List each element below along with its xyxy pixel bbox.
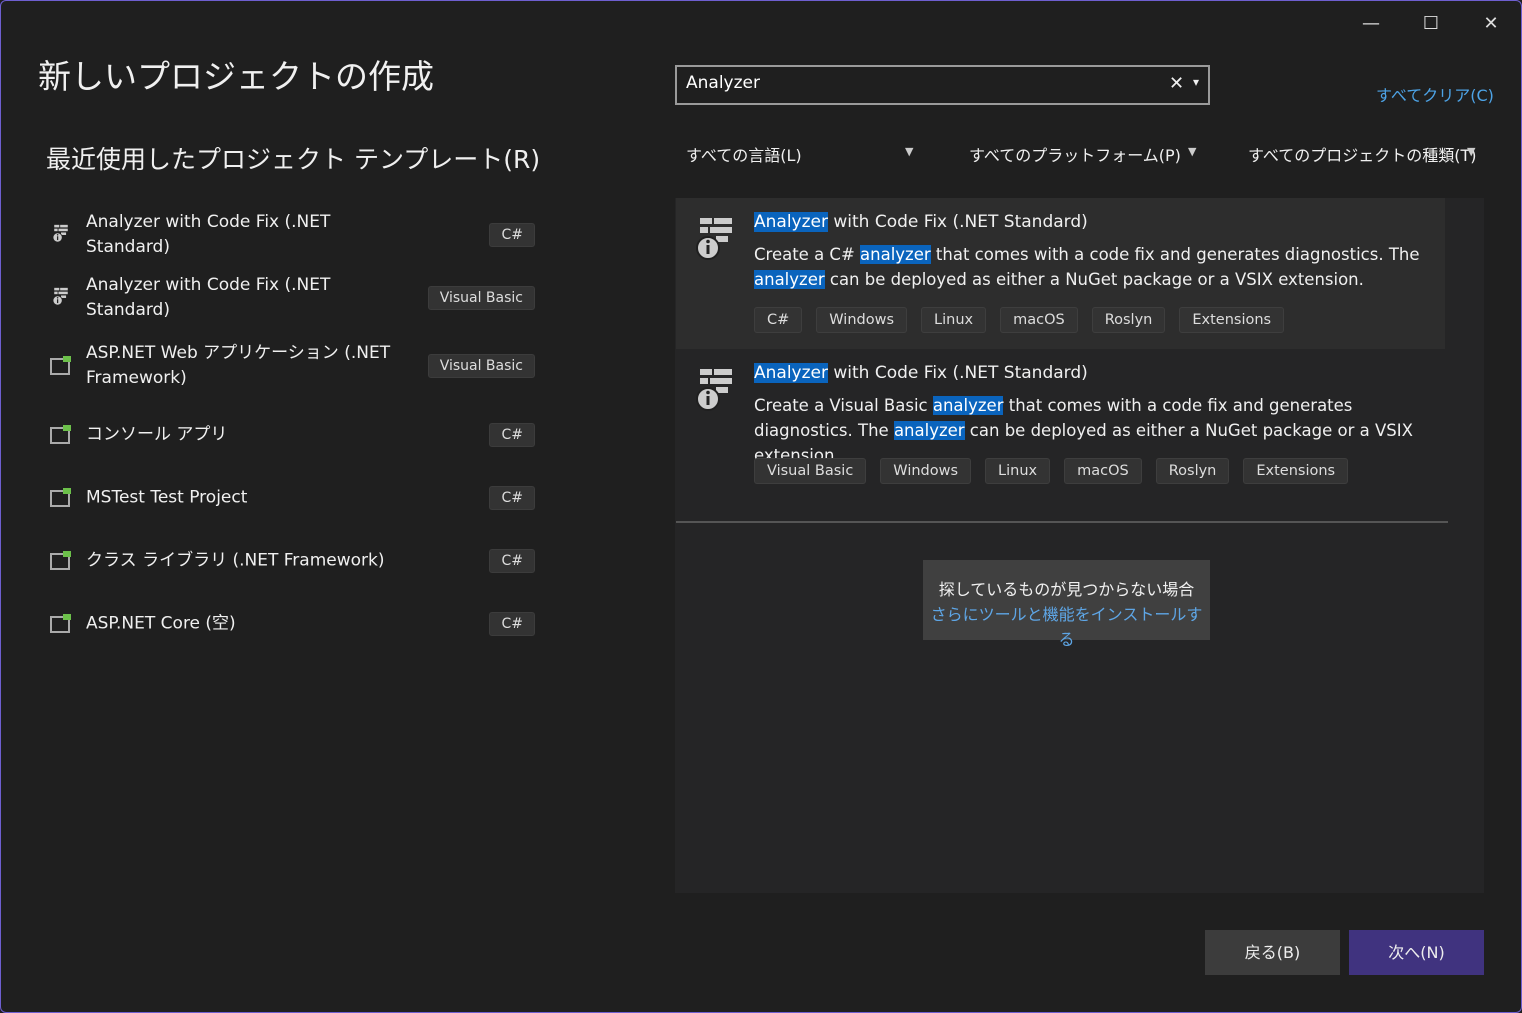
template-result[interactable]: Analyzer with Code Fix (.NET Standard) Cr…	[676, 349, 1445, 500]
description-text: Create a C#	[754, 245, 861, 264]
language-badge: C#	[489, 486, 535, 510]
chevron-down-icon: ▼	[1188, 145, 1197, 158]
recent-template-label: MSTest Test Project	[86, 487, 248, 508]
template-title: Analyzer with Code Fix (.NET Standard)	[754, 212, 1088, 232]
clear-search-icon[interactable]: ✕	[1169, 73, 1184, 94]
project-type-filter[interactable]: すべてのプロジェクトの種類(T) ▼	[1248, 142, 1480, 168]
search-input[interactable]	[686, 73, 1156, 93]
recent-template-item[interactable]: ASP.NET Web アプリケーション (.NET Framework) Vis…	[44, 341, 538, 391]
chevron-down-icon: ▼	[905, 145, 914, 158]
description-text: Create a Visual Basic	[754, 396, 933, 415]
minimize-button[interactable]: —	[1351, 8, 1391, 40]
language-filter-label: すべての言語(L)	[686, 146, 802, 165]
search-highlight: analyzer	[932, 396, 1004, 415]
template-tag: macOS	[1000, 307, 1078, 333]
template-tags: C# Windows Linux macOS Roslyn Extensions	[754, 307, 1285, 333]
class-library-icon	[50, 550, 72, 572]
template-tag: Linux	[985, 458, 1051, 484]
next-button[interactable]: 次へ(N)	[1349, 930, 1484, 975]
description-text: that comes with a code fix and generates…	[930, 245, 1420, 264]
recent-template-item[interactable]: MSTest Test Project C#	[44, 473, 538, 523]
language-badge: Visual Basic	[427, 286, 535, 310]
template-description: Create a C# analyzer that comes with a c…	[754, 242, 1424, 292]
template-tag: Extensions	[1179, 307, 1285, 333]
language-badge: C#	[489, 223, 535, 247]
web-app-vb-icon	[50, 355, 72, 377]
template-tag: C#	[754, 307, 803, 333]
console-app-icon	[50, 424, 72, 446]
recent-template-label: クラス ライブラリ (.NET Framework)	[86, 550, 385, 571]
recent-template-label: Analyzer with Code Fix (.NET Standard)	[86, 212, 331, 257]
search-box[interactable]: ✕ ▾	[675, 65, 1210, 105]
template-tag: macOS	[1064, 458, 1142, 484]
recent-template-item[interactable]: コンソール アプリ C#	[44, 410, 538, 460]
search-highlight: analyzer	[893, 421, 965, 440]
template-tags: Visual Basic Windows Linux macOS Roslyn Exten…	[754, 458, 1349, 484]
recent-template-label: ASP.NET Web アプリケーション (.NET Framework)	[86, 343, 391, 388]
recent-template-label: コンソール アプリ	[86, 424, 228, 445]
template-tag: Visual Basic	[754, 458, 867, 484]
template-tag: Windows	[816, 307, 908, 333]
platform-filter-label: すべてのプラットフォーム(P)	[969, 146, 1181, 165]
language-badge: Visual Basic	[427, 354, 535, 378]
search-results-panel: 探しているものが見つからない場合 さらにツールと機能をインストールする Anal…	[675, 198, 1484, 893]
template-tag: Roslyn	[1155, 458, 1230, 484]
results-divider	[676, 521, 1448, 523]
language-badge: C#	[489, 549, 535, 573]
template-description: Create a Visual Basic analyzer that come…	[754, 393, 1424, 468]
chevron-down-icon: ▼	[1467, 145, 1476, 158]
recent-template-label: ASP.NET Core (空)	[86, 613, 236, 634]
maximize-button[interactable]: ☐	[1411, 8, 1451, 40]
language-badge: C#	[489, 612, 535, 636]
language-filter[interactable]: すべての言語(L) ▼	[686, 142, 918, 168]
search-highlight: Analyzer	[754, 212, 828, 232]
title-text: with Code Fix (.NET Standard)	[827, 363, 1088, 383]
platform-filter[interactable]: すべてのプラットフォーム(P) ▼	[969, 142, 1201, 168]
search-highlight: Analyzer	[754, 363, 828, 383]
title-text: with Code Fix (.NET Standard)	[827, 212, 1088, 232]
description-text: can be deployed as either a NuGet packag…	[824, 270, 1364, 289]
template-tag: Linux	[921, 307, 987, 333]
recent-templates-heading: 最近使用したプロジェクト テンプレート(R)	[46, 145, 541, 174]
close-button[interactable]: ✕	[1471, 8, 1511, 40]
recent-template-label: Analyzer with Code Fix (.NET Standard)	[86, 275, 331, 320]
analyzer-icon	[50, 287, 72, 309]
project-type-filter-label: すべてのプロジェクトの種類(T)	[1248, 146, 1477, 165]
search-highlight: analyzer	[754, 270, 825, 289]
analyzer-icon	[696, 216, 736, 268]
language-badge: C#	[489, 423, 535, 447]
template-tag: Windows	[880, 458, 972, 484]
recent-template-item[interactable]: ASP.NET Core (空) C#	[44, 599, 538, 649]
install-more-tools-link[interactable]: さらにツールと機能をインストールする	[923, 602, 1210, 652]
back-button[interactable]: 戻る(B)	[1205, 930, 1340, 975]
not-finding-box: 探しているものが見つからない場合 さらにツールと機能をインストールする	[923, 560, 1210, 649]
template-tag: Extensions	[1243, 458, 1349, 484]
test-project-icon	[50, 487, 72, 509]
aspnet-core-icon	[50, 613, 72, 635]
recent-template-item[interactable]: Analyzer with Code Fix (.NET Standard) Vi…	[44, 273, 538, 323]
search-highlight: analyzer	[860, 245, 931, 264]
not-finding-text: 探しているものが見つからない場合	[938, 580, 1195, 599]
template-title: Analyzer with Code Fix (.NET Standard)	[754, 363, 1088, 383]
analyzer-icon	[696, 367, 736, 419]
search-history-dropdown-icon[interactable]: ▾	[1193, 75, 1199, 89]
analyzer-icon	[50, 224, 72, 246]
template-result[interactable]: Analyzer with Code Fix (.NET Standard) Cr…	[676, 198, 1445, 349]
recent-template-item[interactable]: クラス ライブラリ (.NET Framework) C#	[44, 536, 538, 586]
recent-template-item[interactable]: Analyzer with Code Fix (.NET Standard) C#	[44, 210, 538, 260]
template-tag: Roslyn	[1091, 307, 1166, 333]
page-title: 新しいプロジェクトの作成	[38, 57, 434, 96]
clear-all-link[interactable]: すべてクリア(C)	[1376, 82, 1494, 106]
